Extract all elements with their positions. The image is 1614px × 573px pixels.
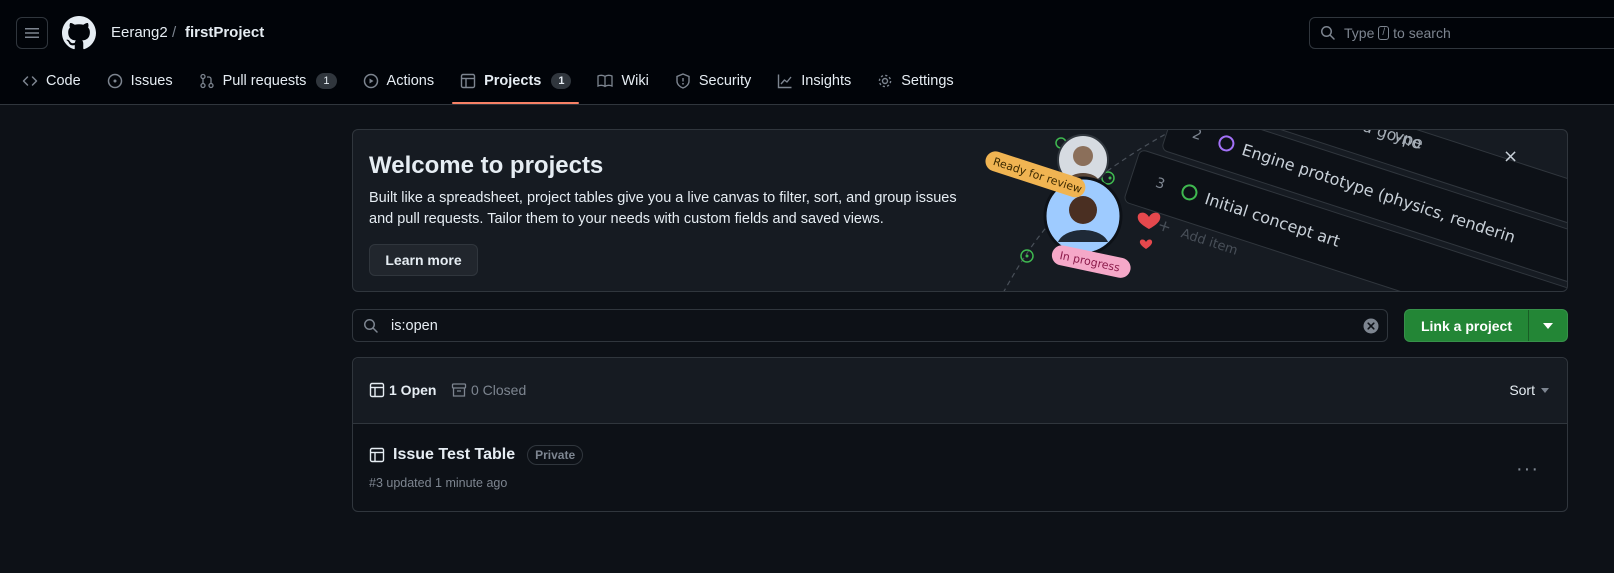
tab-label: Settings (901, 73, 954, 89)
search-placeholder-prefix: Type (1344, 25, 1375, 41)
search-icon (1321, 26, 1335, 40)
tab-security[interactable]: Security (675, 70, 751, 92)
breadcrumb-repo[interactable]: firstProject (185, 24, 264, 41)
link-project-button-group: Link a project (1404, 309, 1568, 342)
svg-text:×: × (1503, 146, 1518, 167)
projects-count-badge: 1 (551, 73, 572, 89)
tab-label: Wiki (621, 73, 649, 89)
caret-down-icon (1541, 387, 1549, 393)
tab-label: Issues (130, 73, 173, 89)
project-title-link[interactable]: Issue Test Table (393, 446, 515, 464)
tab-settings[interactable]: Settings (877, 70, 954, 92)
issue-icon (107, 73, 122, 89)
hamburger-icon (25, 28, 39, 38)
table-icon (369, 382, 385, 398)
visibility-badge: Private (527, 445, 584, 465)
shield-icon (676, 73, 690, 89)
play-icon (363, 73, 378, 89)
global-search-input[interactable]: Type / to search (1309, 17, 1614, 49)
tab-code[interactable]: Code (22, 70, 81, 92)
projects-list-header: 1 Open 0 Closed Sort (353, 358, 1567, 424)
search-placeholder-suffix: to search (1393, 25, 1451, 41)
clear-filter-icon[interactable] (1363, 318, 1379, 334)
project-meta: #3 updated 1 minute ago (369, 476, 508, 490)
projects-list: 1 Open 0 Closed Sort Issue Test Table Pr… (352, 357, 1568, 512)
open-count-label: 1 Open (389, 382, 437, 398)
banner-description: Built like a spreadsheet, project tables… (369, 190, 957, 227)
tab-pull-requests[interactable]: Pull requests 1 (199, 70, 337, 92)
project-filter-input[interactable]: is:open (352, 309, 1388, 342)
list-item: Issue Test Table Private #3 updated 1 mi… (353, 424, 1567, 512)
tab-label: Pull requests (222, 73, 307, 89)
tab-insights[interactable]: Insights (777, 70, 851, 92)
code-icon (22, 76, 38, 86)
top-navigation: Eerang2 / firstProject Type / to search … (0, 0, 1614, 105)
welcome-banner: Welcome to projects Built like a spreads… (352, 129, 1568, 292)
repo-tabs: Code Issues Pull requests 1 Actions Proj… (22, 70, 980, 105)
project-title-row: Issue Test Table Private (369, 445, 584, 465)
closed-projects-filter[interactable]: 0 Closed (451, 382, 526, 398)
tab-label: Code (46, 73, 81, 89)
tab-issues[interactable]: Issues (107, 70, 173, 92)
more-options-icon[interactable]: ··· (1516, 458, 1539, 481)
open-projects-filter[interactable]: 1 Open (369, 382, 436, 398)
breadcrumb-owner[interactable]: Eerang2 (111, 24, 168, 41)
link-project-dropdown-button[interactable] (1529, 310, 1567, 341)
tab-label: Actions (386, 73, 435, 89)
search-icon (364, 318, 378, 333)
search-shortcut-key: / (1378, 26, 1390, 40)
gear-icon (878, 74, 892, 88)
pull-requests-count-badge: 1 (316, 73, 337, 89)
archive-icon (451, 383, 467, 397)
tab-actions[interactable]: Actions (363, 70, 435, 92)
graph-icon (778, 74, 792, 89)
book-icon (597, 74, 614, 88)
sort-label: Sort (1509, 382, 1535, 398)
link-project-button[interactable]: Link a project (1405, 310, 1529, 341)
sort-dropdown[interactable]: Sort (1509, 382, 1549, 398)
tab-projects[interactable]: Projects 1 (452, 70, 580, 104)
tab-label: Projects (484, 73, 542, 89)
table-icon (460, 73, 476, 89)
table-icon (369, 447, 385, 463)
closed-count-label: 0 Closed (471, 382, 527, 398)
learn-more-button[interactable]: Learn more (369, 244, 478, 276)
tab-label: Security (698, 73, 752, 89)
tab-label: Insights (801, 73, 852, 89)
filter-value: is:open (391, 317, 438, 334)
banner-title: Welcome to projects (369, 152, 604, 179)
caret-down-icon (1543, 322, 1553, 329)
breadcrumb-separator: / (172, 24, 177, 41)
banner-illustration: Game brief and go-no 2 Engine prototype … (985, 130, 1567, 291)
pull-request-icon (199, 73, 214, 89)
github-logo-icon[interactable] (62, 16, 96, 50)
menu-button[interactable] (16, 17, 48, 49)
tab-wiki[interactable]: Wiki (597, 70, 649, 92)
